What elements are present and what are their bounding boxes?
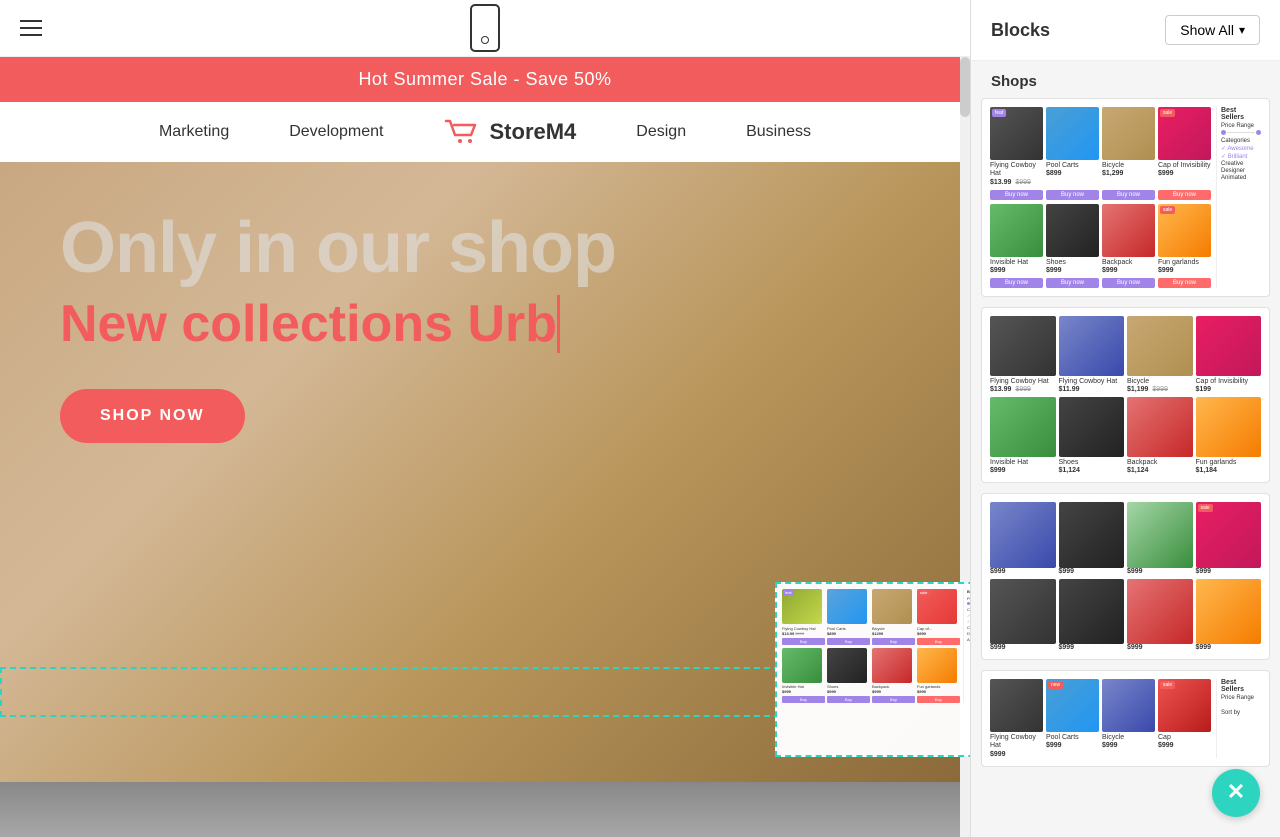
menu-icon[interactable] <box>20 20 42 36</box>
show-all-label: Show All <box>1180 22 1234 38</box>
blocks-panel: Blocks Show All Shops feat Flying Cowboy… <box>970 0 1280 837</box>
nav-item-design[interactable]: Design <box>636 123 686 141</box>
close-icon: ✕ <box>1227 781 1245 803</box>
website-preview: Hot Summer Sale - Save 50% Marketing Dev… <box>0 57 970 837</box>
toolbar-left <box>20 20 42 36</box>
buy-btn-7[interactable]: Buy now <box>1102 278 1155 288</box>
hero-section: Only in our shop New collections Urb SHO… <box>0 162 970 782</box>
toolbar <box>0 0 970 57</box>
navigation-bar: Marketing Development StoreM4 Design Bus… <box>0 102 970 162</box>
hero-subtitle-highlight: Urb <box>467 295 557 353</box>
panel-header: Blocks Show All <box>971 0 1280 61</box>
buy-btn-3[interactable]: Buy now <box>1102 190 1155 200</box>
panel-title: Blocks <box>991 20 1050 41</box>
panel-scroll-area[interactable]: feat Flying Cowboy Hat $13.99 $999 Pool … <box>971 98 1280 837</box>
toolbar-center <box>470 4 500 52</box>
show-all-button[interactable]: Show All <box>1165 15 1260 45</box>
nav-item-development[interactable]: Development <box>289 123 383 141</box>
buy-btn-5[interactable]: Buy now <box>990 278 1043 288</box>
logo-cart-icon <box>444 117 482 147</box>
nav-item-marketing[interactable]: Marketing <box>159 123 229 141</box>
buy-btn-1[interactable]: Buy now <box>990 190 1043 200</box>
shop-card-2[interactable]: Flying Cowboy Hat $13.99 $999 Flying Cow… <box>981 307 1270 483</box>
mobile-preview-icon[interactable] <box>470 4 500 52</box>
site-logo: StoreM4 <box>444 117 577 147</box>
announcement-bar: Hot Summer Sale - Save 50% <box>0 57 970 102</box>
buy-btn-2[interactable]: Buy now <box>1046 190 1099 200</box>
panel-section-shops: Shops <box>971 61 1280 98</box>
shop-card-1[interactable]: feat Flying Cowboy Hat $13.99 $999 Pool … <box>981 98 1270 297</box>
main-editor-area: Hot Summer Sale - Save 50% Marketing Dev… <box>0 0 970 837</box>
shop-card-3[interactable]: $999 $999 $999 sale $999 <box>981 493 1270 660</box>
announcement-text: Hot Summer Sale - Save 50% <box>358 69 611 89</box>
close-panel-button[interactable]: ✕ <box>1212 769 1260 817</box>
hero-cta-button[interactable]: SHOP NOW <box>60 389 245 443</box>
nav-item-business[interactable]: Business <box>746 123 811 141</box>
hero-content: Only in our shop New collections Urb SHO… <box>0 162 970 493</box>
buy-btn-6[interactable]: Buy now <box>1046 278 1099 288</box>
main-scrollbar-thumb[interactable] <box>960 57 970 117</box>
buy-btn-8[interactable]: Buy now <box>1158 278 1211 288</box>
logo-text: StoreM4 <box>490 119 577 145</box>
hero-bottom-section: Infuse <box>0 782 970 837</box>
buy-btn-4[interactable]: Buy now <box>1158 190 1211 200</box>
hero-subtitle-start: New collections <box>60 295 453 353</box>
hero-subtitle: New collections Urb <box>60 294 910 354</box>
hero-title: Only in our shop <box>60 212 910 284</box>
shop-card-4[interactable]: Flying Cowboy Hat $999 new Pool Carts $9… <box>981 670 1270 767</box>
